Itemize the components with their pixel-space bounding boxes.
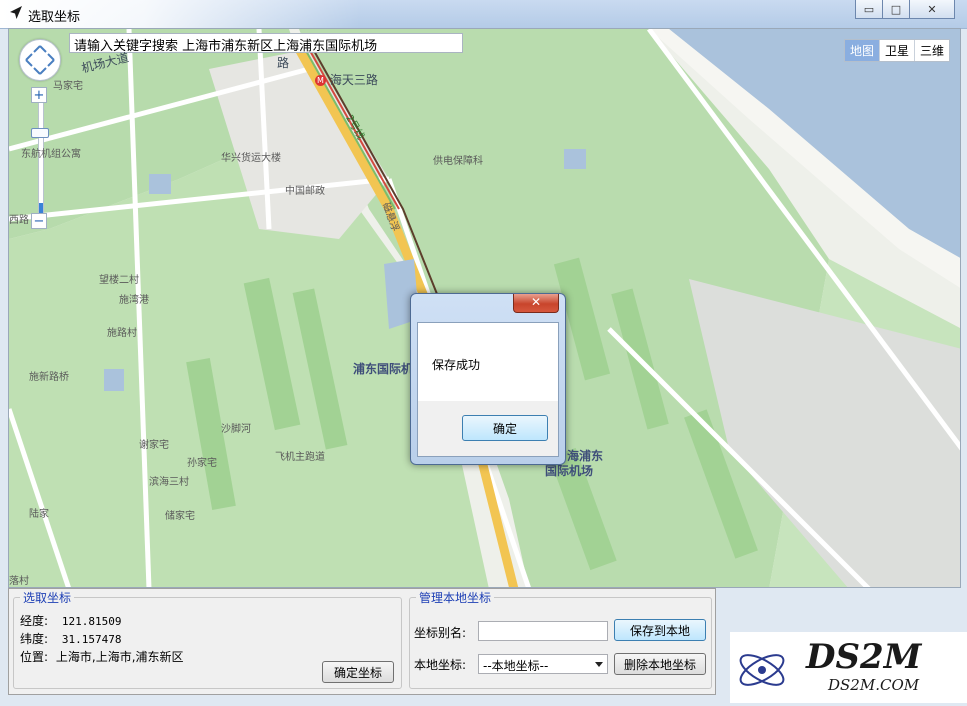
dialog-message: 保存成功 [432,358,481,372]
map-label: 中国邮政 [285,186,325,197]
dialog-close-button[interactable]: ✕ [513,294,559,313]
local-coordinate-select[interactable]: --本地坐标-- [478,654,608,674]
map-pan-control[interactable] [19,39,61,81]
pick-coordinate-group: 选取坐标 经度: 121.81509 纬度: 31.157478 位置: 上海市… [13,589,402,689]
chevron-down-icon [595,662,603,667]
map-type-option[interactable]: 三维 [913,40,949,61]
minimize-icon: ▭ [863,2,875,16]
map-label: 望楼二村 [99,275,139,286]
map-label: 马家宅 [53,81,83,92]
longitude-value: 121.81509 [61,615,122,628]
alias-label: 坐标别名: [414,626,467,640]
location-row: 位置: 上海市,上海市,浦东新区 [20,650,184,664]
map-type-option[interactable]: 卫星 [878,40,914,61]
airport-label: 浦东国际机 [353,362,414,376]
message-dialog: ✕ 保存成功 确定 [410,293,566,465]
pan-arrows-icon [25,45,55,75]
zoom-slider-thumb[interactable] [31,128,49,138]
watermark-url-text: DS2M.COM [827,676,920,694]
map-label: 储家宅 [165,511,195,522]
dialog-ok-button[interactable]: 确定 [462,415,548,441]
local-coordinate-label: 本地坐标: [414,658,467,672]
close-button[interactable]: ✕ [910,0,955,19]
ds2m-logo-icon: DS2M DS2M.COM [739,637,923,694]
close-icon: ✕ [927,2,937,16]
map-label: 飞机主跑道 [275,452,325,463]
map-type-switcher: 地图 卫星 三维 [843,39,950,62]
map-label: 孙家宅 [187,458,217,469]
watermark-logo-text: DS2M [805,637,923,677]
map-label: 落村 [9,576,29,587]
manage-local-group: 管理本地坐标 坐标别名: 保存到本地 本地坐标: --本地坐标-- 删除本地坐标 [409,589,712,689]
group-title: 选取坐标 [20,589,75,606]
window-titlebar: 选取坐标 ▭ □ ✕ [0,0,967,29]
map-label: 东航机组公寓 [21,149,81,160]
confirm-coordinate-button[interactable]: 确定坐标 [322,661,394,683]
coordinate-panel: 选取坐标 经度: 121.81509 纬度: 31.157478 位置: 上海市… [8,588,716,695]
map-type-option[interactable]: 地图 [844,40,879,61]
group-title: 管理本地坐标 [416,589,495,606]
zoom-in-button[interactable]: + [31,87,47,103]
map-label: 华兴货运大楼 [221,153,281,164]
map-label: 施新路桥 [29,372,69,383]
maximize-button[interactable]: □ [883,0,910,19]
map-label: 施路村 [107,328,137,339]
map-label: 谢家宅 [139,440,169,451]
watermark-logo: DS2M DS2M.COM [730,632,967,703]
location-value: 上海市,上海市,浦东新区 [55,650,184,664]
map-label: 供电保障科 [433,156,483,167]
close-icon: ✕ [530,295,542,309]
map-label: 滨海三村 [149,477,189,488]
map-label: 施湾港 [119,295,149,306]
map-search-input[interactable]: 请输入关键字搜索 上海市浦东新区上海浦东国际机场 [69,33,463,54]
pick-cursor-icon [10,6,22,19]
metro-icon: M [315,75,326,86]
map-label: 西路 [9,215,29,226]
metro-station-label: M 海天三路 [315,71,378,88]
map-label: 路 [277,56,290,70]
latitude-value: 31.157478 [61,633,122,646]
map-label: 陆家 [29,509,49,520]
dialog-body: 保存成功 确定 [417,322,559,457]
longitude-row: 经度: 121.81509 [20,614,122,628]
latitude-row: 纬度: 31.157478 [20,632,122,646]
alias-input[interactable] [478,621,608,641]
delete-local-button[interactable]: 删除本地坐标 [614,653,706,675]
maximize-icon: □ [890,2,902,16]
zoom-out-button[interactable]: − [31,213,47,229]
map-label: 沙脚河 [221,424,251,435]
minimize-button[interactable]: ▭ [855,0,883,19]
window-title: 选取坐标 [28,10,81,25]
save-local-button[interactable]: 保存到本地 [614,619,706,641]
